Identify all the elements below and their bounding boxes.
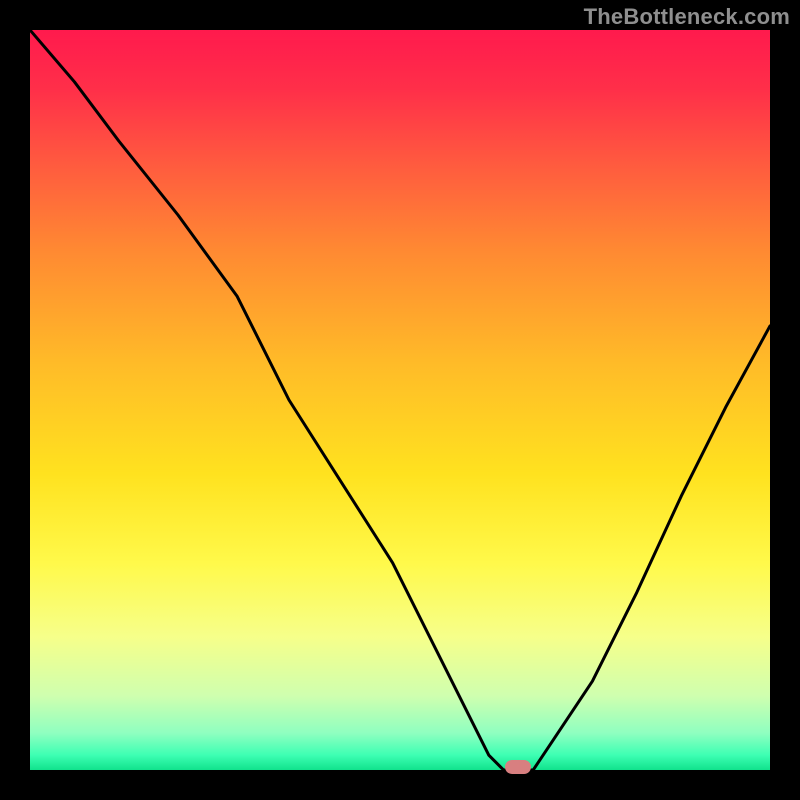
plot-area bbox=[30, 30, 770, 770]
watermark-text: TheBottleneck.com bbox=[584, 4, 790, 30]
optimal-point-marker bbox=[505, 760, 531, 774]
heatmap-gradient bbox=[30, 30, 770, 770]
chart-frame: TheBottleneck.com bbox=[0, 0, 800, 800]
